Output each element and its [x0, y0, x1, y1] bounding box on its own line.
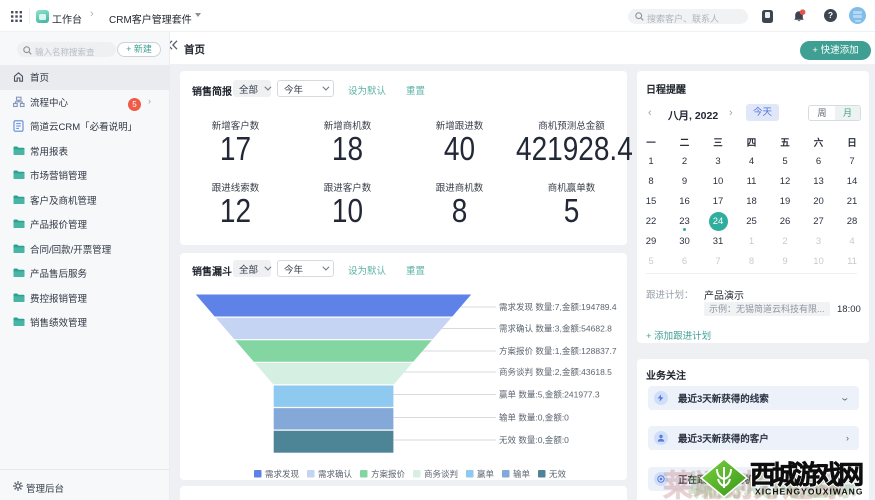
svg-text:需求发现 数量:7,金额:194789.4: 需求发现 数量:7,金额:194789.4 — [499, 302, 617, 312]
svg-text:西城游戏网: 西城游戏网 — [750, 462, 864, 490]
svg-text:需求发现: 需求发现 — [265, 469, 300, 479]
svg-text:需求确认: 需求确认 — [318, 469, 353, 479]
svg-text:商务谈判: 商务谈判 — [424, 469, 458, 479]
svg-text:方案报价: 方案报价 — [371, 469, 406, 479]
svg-text:输单 数量:0,金额:0: 输单 数量:0,金额:0 — [499, 413, 569, 423]
svg-text:无效: 无效 — [549, 469, 567, 479]
svg-text:输单: 输单 — [513, 469, 531, 479]
svg-text:赢单: 赢单 — [477, 469, 495, 479]
svg-text:赢单 数量:5,金额:241977.3: 赢单 数量:5,金额:241977.3 — [499, 390, 600, 400]
svg-text:需求确认 数量:3,金额:54682.8: 需求确认 数量:3,金额:54682.8 — [499, 324, 612, 334]
svg-text:XICHENGYOUXIWANG: XICHENGYOUXIWANG — [755, 487, 863, 497]
svg-text:无效 数量:0,金额:0: 无效 数量:0,金额:0 — [499, 435, 569, 445]
svg-text:商务谈判 数量:2,金额:43618.5: 商务谈判 数量:2,金额:43618.5 — [499, 367, 612, 377]
svg-text:方案报价 数量:1,金额:128837.7: 方案报价 数量:1,金额:128837.7 — [499, 346, 617, 356]
